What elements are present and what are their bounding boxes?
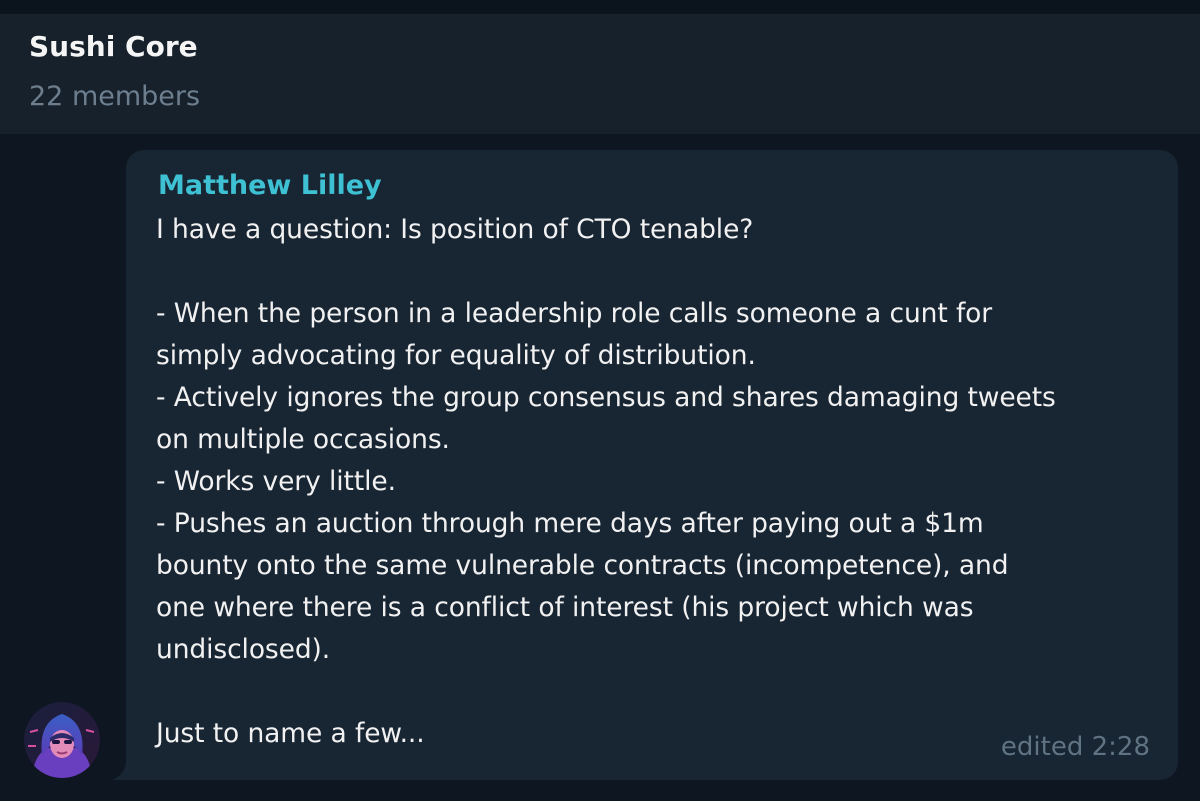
message-line: Just to name a few...	[156, 718, 425, 749]
message-line: - Pushes an auction through mere days af…	[156, 508, 984, 539]
message-line: simply advocating for equality of distri…	[156, 340, 756, 371]
sender-name[interactable]: Matthew Lilley	[158, 170, 382, 201]
sender-avatar[interactable]	[24, 702, 100, 778]
message-line: - Actively ignores the group consensus a…	[156, 382, 1056, 413]
member-count: 22 members	[29, 81, 201, 112]
window-top-strip	[0, 0, 1200, 14]
message-bubble[interactable]: Matthew Lilley I have a question: Is pos…	[126, 150, 1178, 780]
message-list[interactable]: Matthew Lilley I have a question: Is pos…	[0, 134, 1200, 801]
message-line: undisclosed).	[156, 634, 331, 665]
message-line: on multiple occasions.	[156, 424, 450, 455]
message-timestamp: edited 2:28	[1000, 732, 1150, 762]
message-line: bounty onto the same vulnerable contract…	[156, 550, 1009, 581]
hooded-figure-icon	[24, 702, 100, 778]
chat-title[interactable]: Sushi Core	[29, 30, 198, 63]
message-line: - Works very little.	[156, 466, 396, 497]
message-line: I have a question: Is position of CTO te…	[156, 214, 754, 245]
chat-header[interactable]: Sushi Core 22 members	[0, 14, 1200, 134]
message-line: - When the person in a leadership role c…	[156, 298, 993, 329]
message-line: one where there is a conflict of interes…	[156, 592, 974, 623]
